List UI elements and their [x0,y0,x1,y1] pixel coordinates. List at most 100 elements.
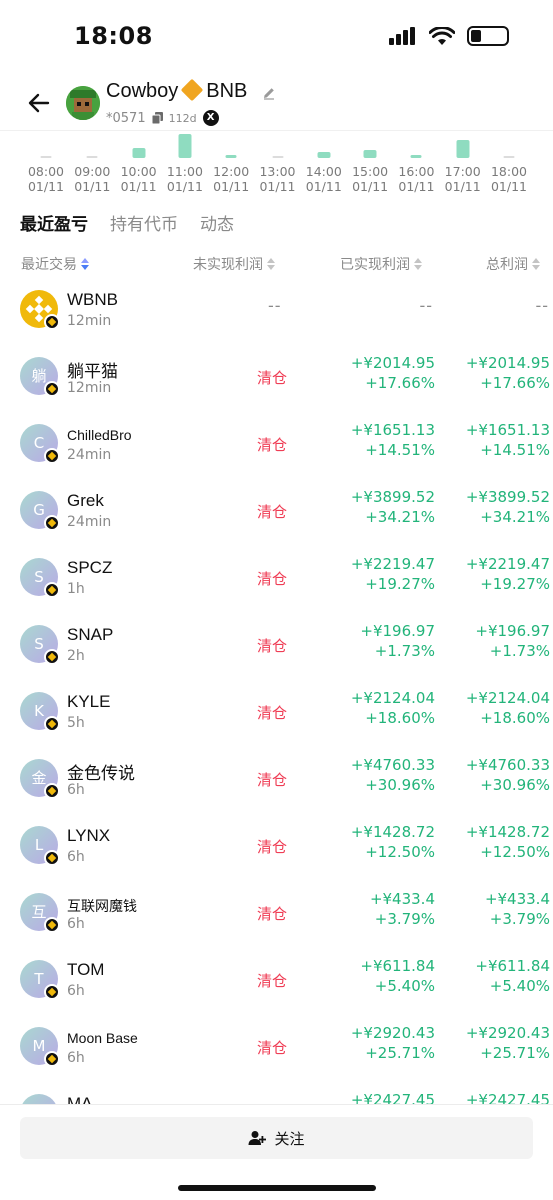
table-row[interactable]: 金金色传说 6h 清仓 +¥4760.33 +30.96% +¥4760.33 +30.96… [0,749,553,816]
trade-time: 6h [67,782,85,798]
table-row[interactable]: L LYNX 6h 清仓 +¥1428.72 +12.50% +¥1428.72 +12.50… [0,816,553,883]
total-profit: +¥4760.33 +30.96% [466,755,550,795]
chart-column: 12:00 01/11 [206,130,256,200]
bnb-chain-icon [44,783,60,799]
token-name: 金色传说 [67,764,135,783]
chart-bar [86,156,98,158]
total-amount: +¥2014.95 [465,354,550,372]
table-row[interactable]: S SNAP 2h 清仓 +¥196.97 +1.73% +¥196.97 +1.73% [0,615,553,682]
bnb-chain-icon [44,984,60,1000]
table-row[interactable]: M Moon Base 6h 清仓 +¥2920.43 +25.71% +¥2920.43 +… [0,1017,553,1084]
pnl-list: WBNB 12min -- -- -- 躺躺平猫 12min 清仓 +¥2014.95 +17.6… [0,280,553,1105]
sort-icon[interactable] [267,258,275,270]
battery-icon [467,26,509,46]
total-amount: +¥433.4 [484,890,550,908]
wallet-meta: *0571 112d X [106,110,219,126]
table-row[interactable]: S SPCZ 1h 清仓 +¥2219.47 +19.27% +¥2219.47 +19.27… [0,548,553,615]
table-row[interactable]: K KYLE 5h 清仓 +¥2124.04 +18.60% +¥2124.04 +18.60… [0,682,553,749]
realized-percent: +5.40% [374,977,435,995]
col-total[interactable]: 总利润 [486,254,540,274]
tab-holdings[interactable]: 持有代币 [110,210,178,235]
trade-time: 12min [67,313,112,329]
total-percent: +12.50% [480,843,550,861]
total-profit: +¥2014.95 +17.66% [466,353,550,393]
copy-icon[interactable] [151,112,163,124]
total-amount: +¥3899.52 [465,488,550,506]
chart-date-label: 01/11 [27,179,65,194]
chart-column: 17:00 01/11 [438,130,488,200]
sort-icon[interactable] [414,258,422,270]
chart-time-label: 08:00 [27,164,65,179]
chart-date-label: 01/11 [398,179,435,194]
tab-activity[interactable]: 动态 [200,210,234,235]
chart-bar [225,155,237,158]
unrealized-status: 清仓 [256,436,287,454]
chart-date-label: 01/11 [166,179,203,194]
sort-icon[interactable] [81,258,89,270]
bnb-chain-icon [44,448,60,464]
total-amount: +¥4760.33 [465,756,550,774]
realized-value: -- [419,296,433,315]
realized-amount: +¥196.97 [360,622,435,640]
realized-profit: +¥3899.52 +34.21% [351,487,435,527]
realized-percent: +3.79% [374,910,435,928]
chart-column: 15:00 01/11 [345,130,395,200]
edit-pencil-icon[interactable] [262,86,276,100]
avatar[interactable] [66,86,100,120]
table-row[interactable]: 互互联网魔钱 6h 清仓 +¥433.4 +3.79% +¥433.4 +3.79% [0,883,553,950]
chart-column: 13:00 01/11 [253,130,303,200]
chart-bar [272,156,283,158]
chart-column: 16:00 01/11 [391,130,441,200]
back-arrow-icon[interactable] [24,88,54,118]
chart-bar [363,150,377,158]
table-row[interactable]: MMA+¥2427.45+¥2427.45 [0,1084,553,1105]
total-profit: +¥1651.13 +14.51% [466,420,550,460]
total-profit: +¥3899.52 +34.21% [466,487,550,527]
total-profit: +¥433.4 +3.79% [485,889,550,929]
chart-bar [456,140,470,158]
total-profit: +¥196.97 +1.73% [475,621,550,661]
chart-bar [132,148,146,158]
bnb-chain-icon [44,1051,60,1067]
realized-profit: +¥2124.04 +18.60% [351,688,435,728]
table-row[interactable]: T TOM 6h 清仓 +¥611.84 +5.40% +¥611.84 +5.40% [0,950,553,1017]
realized-profit: +¥433.4 +3.79% [370,889,435,929]
unrealized-status: 清仓 [256,570,287,588]
table-row[interactable]: 躺躺平猫 12min 清仓 +¥2014.95 +17.66% +¥2014.95 +17.… [0,347,553,414]
chart-bar [503,156,515,158]
table-row[interactable]: G Grek 24min 清仓 +¥3899.52 +34.21% +¥3899.52 +34… [0,481,553,548]
home-indicator [178,1185,376,1191]
follow-button[interactable]: 关注 [20,1117,533,1159]
total-amount: +¥2219.47 [465,555,550,573]
chart-time-label: 10:00 [120,164,157,179]
token-name: KYLE [67,692,111,711]
chart-time-label: 14:00 [305,164,342,179]
sort-icon[interactable] [532,258,540,270]
col-unrealized[interactable]: 未实现利润 [193,254,275,274]
table-row[interactable]: WBNB 12min -- -- -- [0,280,553,347]
x-social-icon[interactable]: X [202,110,219,126]
bnb-diamond-icon [180,78,204,102]
col-recent-trade[interactable]: 最近交易 [21,254,89,274]
tab-recent-pnl[interactable]: 最近盈亏 [20,210,88,235]
realized-percent: +19.27% [365,575,435,593]
total-amount: +¥196.97 [475,622,550,640]
realized-profit: +¥2427.45 [351,1090,435,1105]
bnb-chain-icon [44,850,60,866]
token-name: ChilledBro [67,427,132,443]
total-percent: +3.79% [489,910,550,928]
add-user-icon [248,1131,267,1145]
bnb-chain-icon [44,716,60,732]
chart-column: 10:00 01/11 [114,130,164,200]
chart-bar [410,155,422,158]
realized-amount: +¥2124.04 [350,689,435,707]
total-profit: +¥2920.43 +25.71% [466,1023,550,1063]
bnb-chain-icon [44,917,60,933]
total-profit: +¥2427.45 [466,1090,550,1105]
realized-amount: +¥4760.33 [350,756,435,774]
activity-chart: 08:00 01/11 09:00 01/11 10:00 01/11 11:00 01/11… [0,130,553,200]
total-profit: +¥611.84 +5.40% [475,956,550,996]
table-row[interactable]: C ChilledBro 24min 清仓 +¥1651.13 +14.51% +¥1651… [0,414,553,481]
col-realized[interactable]: 已实现利润 [340,254,422,274]
realized-profit: +¥196.97 +1.73% [360,621,435,661]
